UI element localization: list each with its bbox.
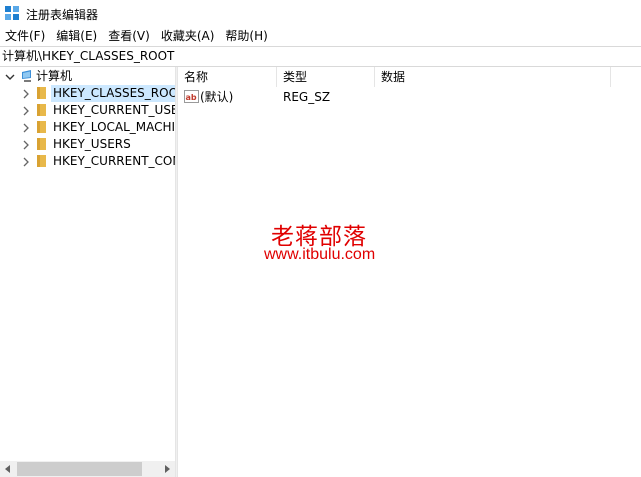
svg-text:ab: ab	[186, 93, 197, 102]
list-item[interactable]: ab (默认) REG_SZ	[178, 88, 641, 106]
scroll-left-icon[interactable]	[0, 461, 16, 477]
menu-edit[interactable]: 编辑(E)	[55, 27, 98, 46]
chevron-right-icon[interactable]	[20, 136, 32, 153]
tree-item-hkey-classes-root[interactable]: HKEY_CLASSES_ROOT	[0, 85, 175, 102]
chevron-right-icon[interactable]	[20, 85, 32, 102]
tree-item-hkey-current-config[interactable]: HKEY_CURRENT_CONFIG	[0, 153, 175, 170]
menu-favorites[interactable]: 收藏夹(A)	[160, 27, 216, 46]
tree-item-hkey-local-machine[interactable]: HKEY_LOCAL_MACHINE	[0, 119, 175, 136]
value-name: (默认)	[200, 90, 234, 104]
column-header-name[interactable]: 名称	[178, 67, 277, 87]
computer-icon	[22, 70, 31, 82]
tree-label: HKEY_CURRENT_USER	[53, 103, 175, 117]
folder-icon	[37, 87, 46, 99]
tree-item-hkey-current-user[interactable]: HKEY_CURRENT_USER	[0, 102, 175, 119]
chevron-right-icon[interactable]	[20, 119, 32, 136]
tree-label-computer: 计算机	[36, 69, 73, 83]
title-bar: 注册表编辑器	[0, 0, 641, 27]
address-bar[interactable]: 计算机\HKEY_CLASSES_ROOT	[0, 46, 641, 67]
folder-icon	[37, 138, 46, 150]
tree-label: HKEY_CURRENT_CONFIG	[53, 154, 175, 168]
tree-label: HKEY_CLASSES_ROOT	[51, 85, 175, 102]
tree-label: HKEY_USERS	[53, 137, 131, 151]
column-header-data[interactable]: 数据	[375, 67, 611, 87]
folder-icon	[37, 104, 46, 116]
watermark-url: www.itbulu.com	[264, 246, 376, 263]
address-path[interactable]: 计算机\HKEY_CLASSES_ROOT	[2, 49, 174, 63]
menu-file[interactable]: 文件(F)	[4, 27, 46, 46]
tree-item-hkey-users[interactable]: HKEY_USERS	[0, 136, 175, 153]
column-header-type[interactable]: 类型	[277, 67, 375, 87]
tree-pane: 计算机 HKEY_CLASSES_ROOT HKEY_CURRENT_USER …	[0, 67, 175, 477]
folder-icon	[37, 155, 46, 167]
chevron-right-icon[interactable]	[20, 102, 32, 119]
list-header: 名称 类型 数据	[178, 67, 641, 87]
chevron-right-icon[interactable]	[20, 153, 32, 170]
registry-editor-icon	[5, 6, 19, 20]
tree-horizontal-scrollbar[interactable]	[0, 461, 175, 477]
values-list-pane: 名称 类型 数据 ab (默认) REG_SZ	[178, 67, 641, 477]
tree-label: HKEY_LOCAL_MACHINE	[53, 120, 175, 134]
chevron-down-icon[interactable]	[4, 68, 16, 85]
window-title: 注册表编辑器	[26, 8, 99, 22]
tree-item-computer[interactable]: 计算机	[0, 68, 175, 85]
menu-view[interactable]: 查看(V)	[107, 27, 151, 46]
value-type: REG_SZ	[283, 90, 331, 104]
menu-help[interactable]: 帮助(H)	[224, 27, 268, 46]
string-value-icon: ab	[184, 90, 199, 103]
scroll-right-icon[interactable]	[159, 461, 175, 477]
menu-bar: 文件(F) 编辑(E) 查看(V) 收藏夹(A) 帮助(H)	[0, 27, 641, 46]
folder-icon	[37, 121, 46, 133]
scrollbar-thumb[interactable]	[17, 462, 142, 476]
